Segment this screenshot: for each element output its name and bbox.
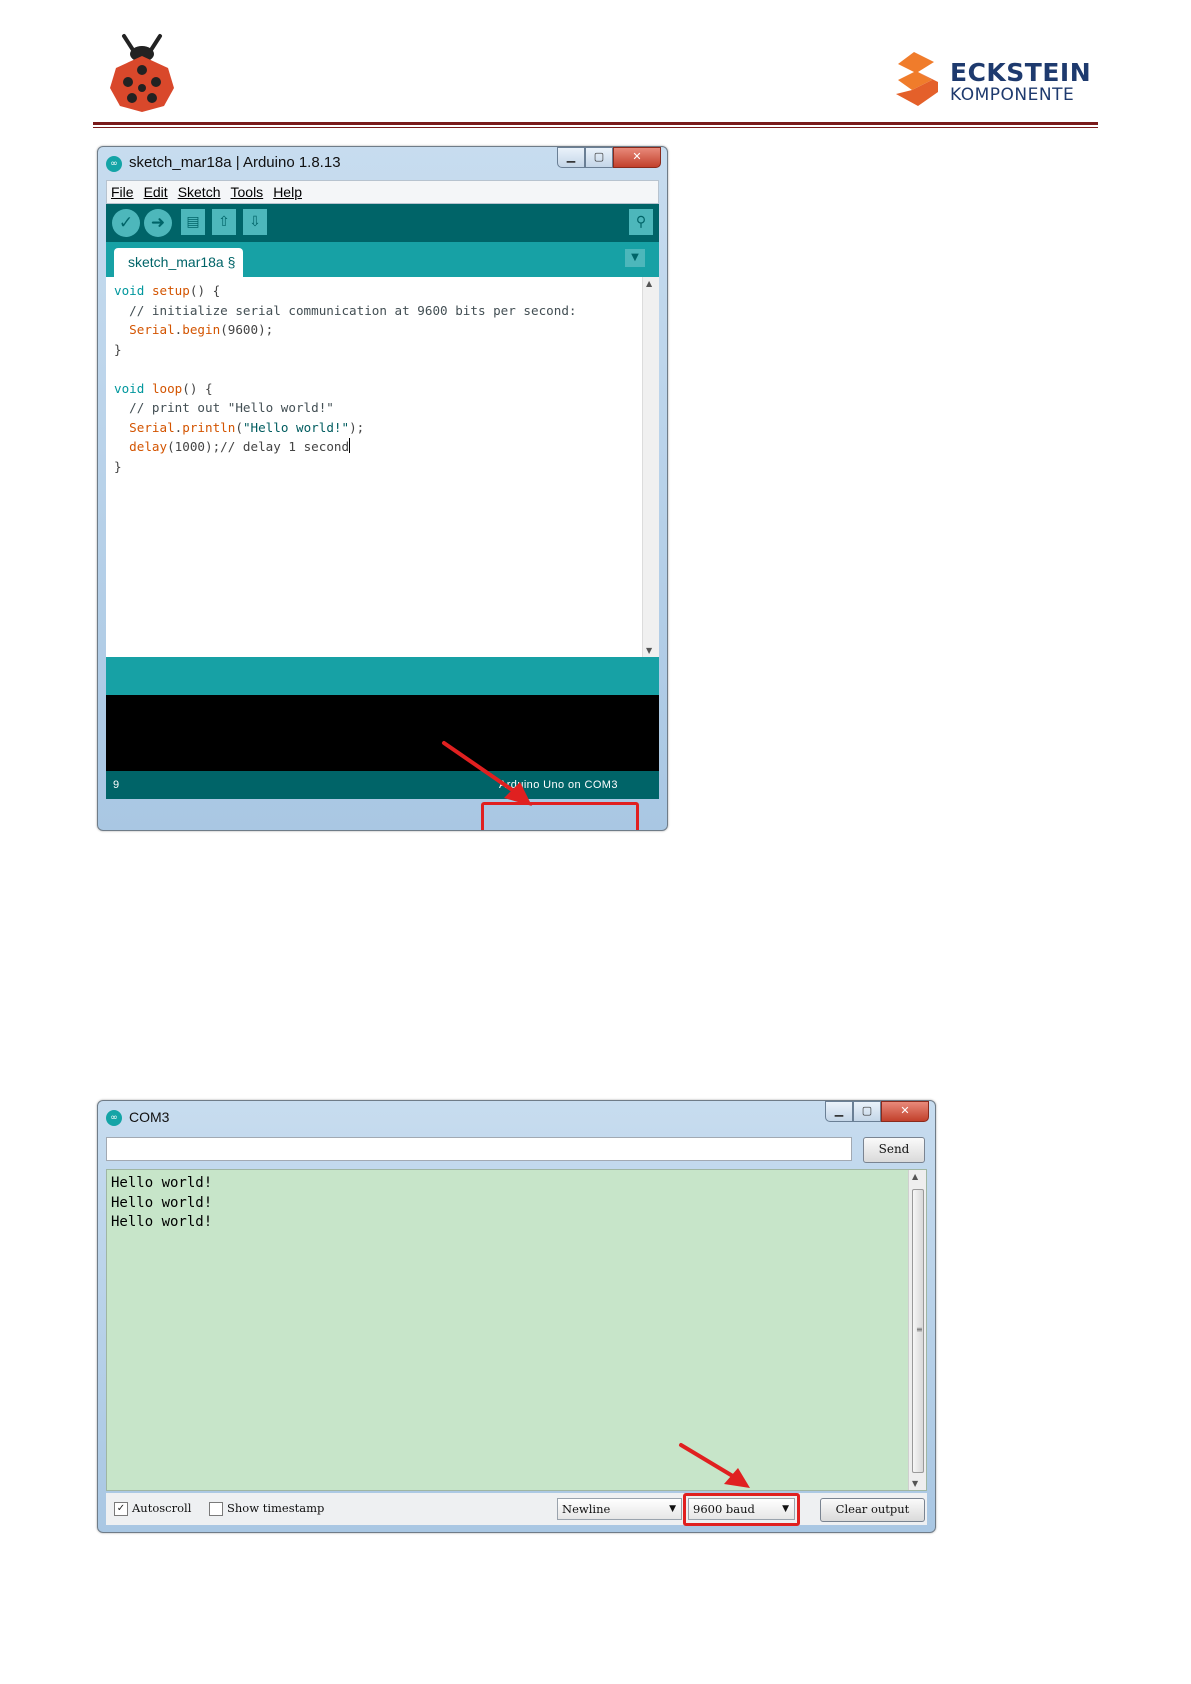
ide-tabstrip: sketch_mar18a § ▼ [106,242,659,277]
upload-icon[interactable]: ➜ [144,209,172,237]
code-content: void setup() { // initialize serial comm… [114,281,577,476]
code-comment: // initialize serial communication at 96… [114,302,577,318]
serial-bottom-bar: ✓ Autoscroll Show timestamp Newline ▼ 96… [106,1493,927,1525]
red-arrow-icon [442,741,532,806]
maximize-button[interactable]: ▢ [853,1101,881,1122]
ladybug-logo [110,34,174,112]
scroll-up-icon[interactable]: ▲ [646,279,652,288]
send-button[interactable]: Send [863,1137,925,1163]
editor-scrollbar[interactable]: ▲ ▼ [642,277,659,657]
save-sketch-icon[interactable]: ⇩ [243,209,267,235]
code-token: begin [182,322,221,337]
code-token: (9600); [220,322,274,337]
open-sketch-icon[interactable]: ⇧ [212,209,236,235]
code-token: delay [129,439,168,454]
code-token: setup [151,283,190,298]
code-token: ( [235,419,243,435]
code-token: () { [182,380,213,396]
ide-statusbar: 9 Arduino Uno on COM3 [106,771,659,799]
menu-sketch[interactable]: Sketch [178,184,221,200]
ide-toolbar: ✓ ➜ ▤ ⇧ ⇩ ⚲ [106,204,659,242]
brand-subtitle: KOMPONENTE [950,85,1075,105]
serial-output[interactable]: Hello world! Hello world! Hello world! ▲… [106,1169,927,1491]
grip-icon: ≡ [916,1325,923,1334]
red-arrow-icon [679,1443,750,1488]
timestamp-label: Show timestamp [227,1501,325,1515]
header-divider [93,122,1098,125]
close-button[interactable]: ✕ [881,1101,929,1122]
chevron-down-icon: ▼ [669,1504,676,1514]
serial-window-title: COM3 [129,1109,170,1125]
serial-output-text: Hello world! Hello world! Hello world! [111,1175,213,1231]
code-token: (1000);// delay 1 second [167,439,350,454]
menu-tools[interactable]: Tools [231,184,264,200]
code-token: println [182,419,236,435]
ide-menubar: File Edit Sketch Tools Help [106,180,659,204]
eckstein-mark-icon [896,52,938,106]
scroll-down-icon[interactable]: ▼ [646,646,652,655]
minimize-button[interactable]: ▁ [825,1101,853,1122]
minimize-button[interactable]: ▁ [557,147,585,168]
code-editor[interactable]: void setup() { // initialize serial comm… [106,277,659,657]
clear-output-button[interactable]: Clear output [820,1498,925,1522]
autoscroll-checkbox[interactable]: ✓ [114,1502,128,1516]
close-button[interactable]: ✕ [613,147,661,168]
highlight-box-baud [683,1493,800,1526]
new-sketch-icon[interactable]: ▤ [181,209,205,235]
console-output [106,695,659,771]
serial-monitor-window: ∞ COM3 ▁ ▢ ✕ Send Hello world! Hello wor… [97,1100,936,1533]
menu-help[interactable]: Help [273,184,302,200]
code-token: ); [349,419,365,435]
arduino-ide-window: ∞ sketch_mar18a | Arduino 1.8.13 ▁ ▢ ✕ F… [97,146,668,831]
code-token: loop [151,380,183,396]
header-divider-thin [93,127,1098,128]
code-token: () { [189,283,221,298]
ide-window-title: sketch_mar18a | Arduino 1.8.13 [129,154,341,171]
send-row: Send [106,1135,925,1165]
eckstein-logo: ECKSTEIN KOMPONENTE [888,50,1092,108]
line-number: 9 [113,779,120,791]
line-ending-value: Newline [562,1502,611,1516]
ide-titlebar[interactable]: ∞ sketch_mar18a | Arduino 1.8.13 ▁ ▢ ✕ [98,147,667,177]
code-token: void [114,380,145,396]
scroll-down-icon[interactable]: ▼ [912,1479,918,1488]
arduino-app-icon: ∞ [106,1110,122,1126]
tab-menu-chevron-down-icon[interactable]: ▼ [625,249,645,267]
scrollbar-thumb[interactable]: ≡ [912,1189,924,1473]
line-ending-select[interactable]: Newline ▼ [557,1498,682,1520]
code-token: } [114,458,122,474]
scroll-up-icon[interactable]: ▲ [912,1172,918,1181]
code-comment: // print out "Hello world!" [114,400,334,415]
serial-monitor-icon[interactable]: ⚲ [629,209,653,235]
serial-input[interactable] [106,1137,852,1161]
timestamp-checkbox[interactable] [209,1502,223,1516]
code-token: void [114,283,145,298]
output-scrollbar[interactable]: ▲ ≡ ▼ [908,1170,926,1490]
message-bar [106,657,659,695]
code-token: Serial [129,322,175,337]
code-token: } [114,341,122,357]
tab-sketch[interactable]: sketch_mar18a § [114,248,243,277]
maximize-button[interactable]: ▢ [585,147,613,168]
menu-file[interactable]: File [111,184,134,200]
code-string: "Hello world!" [242,419,350,435]
menu-edit[interactable]: Edit [144,184,168,200]
brand-name: ECKSTEIN [950,58,1092,87]
text-caret [349,438,351,453]
verify-icon[interactable]: ✓ [112,209,140,237]
serial-titlebar[interactable]: ∞ COM3 ▁ ▢ ✕ [98,1101,935,1131]
arduino-app-icon: ∞ [106,156,122,172]
autoscroll-label: Autoscroll [132,1501,192,1515]
code-token: Serial [129,419,175,435]
